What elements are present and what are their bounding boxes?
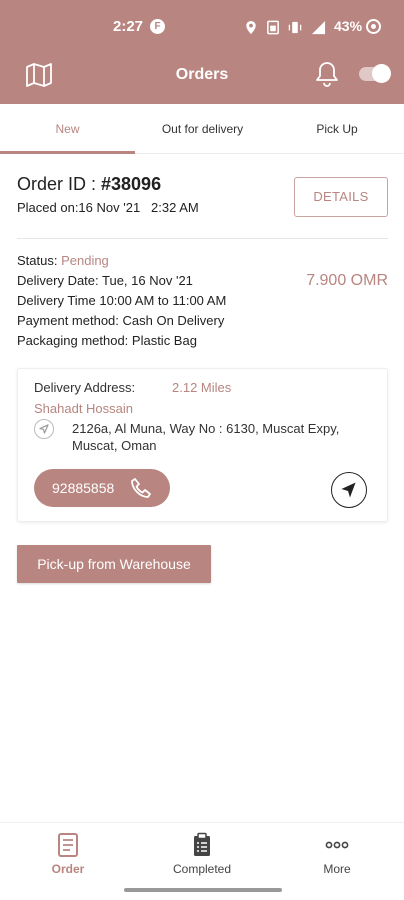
sim-card-icon (267, 20, 279, 34)
delivery-time: Delivery Time 10:00 AM to 11:00 AM (17, 293, 227, 308)
clipboard-icon (194, 832, 210, 856)
distance: 2.12 Miles (172, 380, 232, 395)
toggle-knob (372, 64, 391, 83)
nav-completed[interactable]: Completed (152, 831, 252, 881)
status-icons (244, 19, 327, 35)
nav-order-label: Order (51, 862, 85, 876)
pickup-from-warehouse-button[interactable]: Pick-up from Warehouse (17, 545, 211, 583)
nav-more[interactable]: More (287, 831, 387, 881)
status-time: 2:27 (113, 18, 144, 35)
address-card: Delivery Address: 2.12 Miles Shahadt Hos… (17, 368, 388, 522)
details-button[interactable]: DETAILS (294, 177, 388, 217)
battery-percent: 43% (334, 18, 363, 34)
status-value: Pending (61, 253, 109, 268)
navigate-icon[interactable] (331, 472, 367, 508)
tab-out-for-delivery[interactable]: Out for delivery (135, 104, 270, 154)
home-indicator[interactable] (124, 888, 282, 892)
status-line: Status: Pending (17, 253, 109, 268)
location-arrow-icon (34, 419, 54, 439)
tab-pick-up[interactable]: Pick Up (270, 104, 404, 154)
phone-icon (131, 478, 151, 498)
status-bar: 2:27 F 43% (0, 0, 404, 54)
order-amount: 7.900 OMR (306, 272, 388, 289)
availability-toggle[interactable] (359, 64, 391, 83)
address-label: Delivery Address: (34, 380, 136, 395)
order-id-label: Order ID : (17, 174, 102, 194)
nav-more-label: More (323, 862, 351, 876)
more-dots-icon (325, 841, 349, 849)
placed-on: Placed on:16 Nov '21 2:32 AM (17, 200, 199, 215)
vibrate-icon (288, 21, 302, 33)
divider (17, 238, 388, 239)
app-notification-icon: F (150, 19, 165, 34)
phone-number: 92885858 (52, 480, 115, 496)
page-title: Orders (175, 66, 229, 83)
top-header: 2:27 F 43% Orders (0, 0, 404, 104)
packaging-method: Packaging method: Plastic Bag (17, 333, 197, 348)
signal-icon (311, 20, 326, 34)
payment-method: Payment method: Cash On Delivery (17, 313, 225, 328)
location-icon (246, 20, 256, 34)
order-id-value: #38096 (101, 174, 162, 194)
bell-icon[interactable] (315, 60, 339, 88)
app-bar: Orders (0, 54, 404, 104)
active-tab-indicator (0, 151, 135, 154)
nav-completed-label: Completed (172, 862, 232, 876)
call-button[interactable]: 92885858 (34, 469, 170, 507)
nav-order[interactable]: Order (18, 831, 118, 881)
order-list-icon (58, 833, 78, 857)
address-text: 2126a, Al Muna, Way No : 6130, Muscat Ex… (72, 421, 340, 453)
delivery-date: Delivery Date: Tue, 16 Nov '21 (17, 273, 193, 288)
battery-icon (366, 19, 381, 34)
order-id: Order ID : #38096 (17, 174, 161, 195)
status-label: Status: (17, 253, 62, 268)
order-tabs: New Out for delivery Pick Up (0, 104, 404, 154)
customer-name: Shahadt Hossain (34, 401, 134, 416)
tab-new[interactable]: New (0, 104, 135, 154)
